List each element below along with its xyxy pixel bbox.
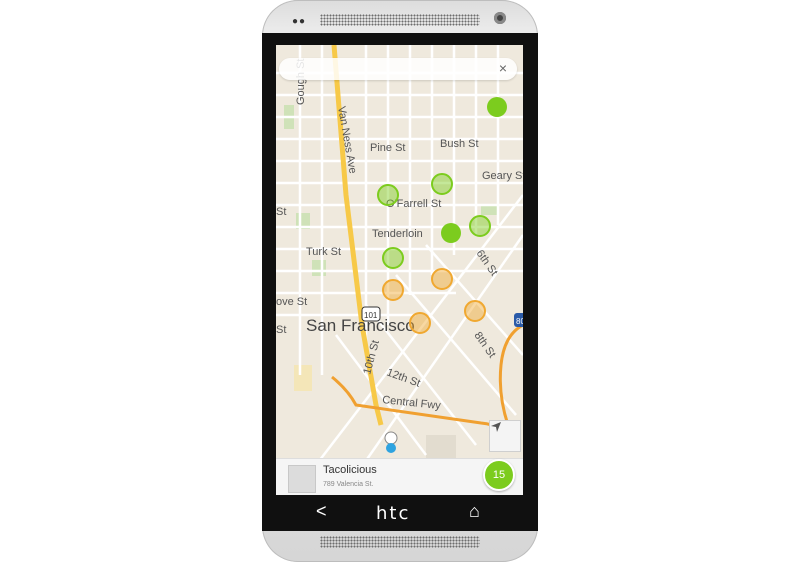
place-thumbnail xyxy=(288,465,316,493)
street-label: ove St xyxy=(276,296,307,308)
map-pin[interactable] xyxy=(464,300,486,322)
street-label: Bush St xyxy=(440,138,479,150)
top-speaker-grille xyxy=(320,14,480,26)
place-title: Tacolicious xyxy=(323,464,377,476)
block-area xyxy=(426,435,456,460)
highway-101-shield: 101 xyxy=(361,306,381,322)
park-area xyxy=(481,205,497,215)
map-view[interactable]: Gough St Van Ness Ave Pine St Bush St Ge… xyxy=(276,45,523,495)
locate-me-button[interactable] xyxy=(489,420,521,452)
street-label: Pine St xyxy=(370,142,405,154)
street-label: St xyxy=(276,206,286,218)
park-area xyxy=(312,260,326,276)
navigation-arrow-icon xyxy=(491,422,501,432)
street-label: Tenderloin xyxy=(372,228,423,240)
map-pin[interactable] xyxy=(487,97,507,117)
map-pin[interactable] xyxy=(469,215,491,237)
front-camera xyxy=(494,12,506,24)
location-marker[interactable] xyxy=(384,431,398,453)
map-pin[interactable] xyxy=(441,223,461,243)
sensor-dots: ●● xyxy=(292,16,307,27)
place-card[interactable]: Tacolicious 789 Valencia St. 15 xyxy=(276,458,523,495)
map-pin[interactable] xyxy=(409,312,431,334)
place-address: 789 Valencia St. xyxy=(323,481,374,488)
map-pin[interactable] xyxy=(431,173,453,195)
shield-label: 80 xyxy=(516,317,523,326)
android-nav-bar: < htc ⌂ xyxy=(262,497,538,531)
highway-80-shield: 80 xyxy=(514,313,523,327)
block-area xyxy=(294,365,312,391)
bottom-speaker-grille xyxy=(320,536,480,548)
search-bar[interactable]: × xyxy=(279,58,517,80)
map-pin[interactable] xyxy=(431,268,453,290)
close-icon[interactable]: × xyxy=(499,60,507,76)
street-label: Turk St xyxy=(306,246,341,258)
street-label: St xyxy=(276,324,286,336)
htc-logo: htc xyxy=(376,503,411,524)
street-label: Geary St xyxy=(482,170,523,182)
count-badge[interactable]: 15 xyxy=(483,459,515,491)
app-screen: Gough St Van Ness Ave Pine St Bush St Ge… xyxy=(276,45,523,495)
map-pin[interactable] xyxy=(382,247,404,269)
shield-label: 101 xyxy=(364,311,378,320)
map-pin[interactable] xyxy=(377,184,399,206)
city-label: San Francisco xyxy=(306,316,415,335)
back-button[interactable]: < xyxy=(316,501,327,522)
map-pin[interactable] xyxy=(382,279,404,301)
home-button[interactable]: ⌂ xyxy=(469,501,480,522)
phone-device: ●● Gough St Van Ness Ave Pine St Bush St… xyxy=(262,0,538,562)
screen-bezel: Gough St Van Ness Ave Pine St Bush St Ge… xyxy=(262,33,538,531)
